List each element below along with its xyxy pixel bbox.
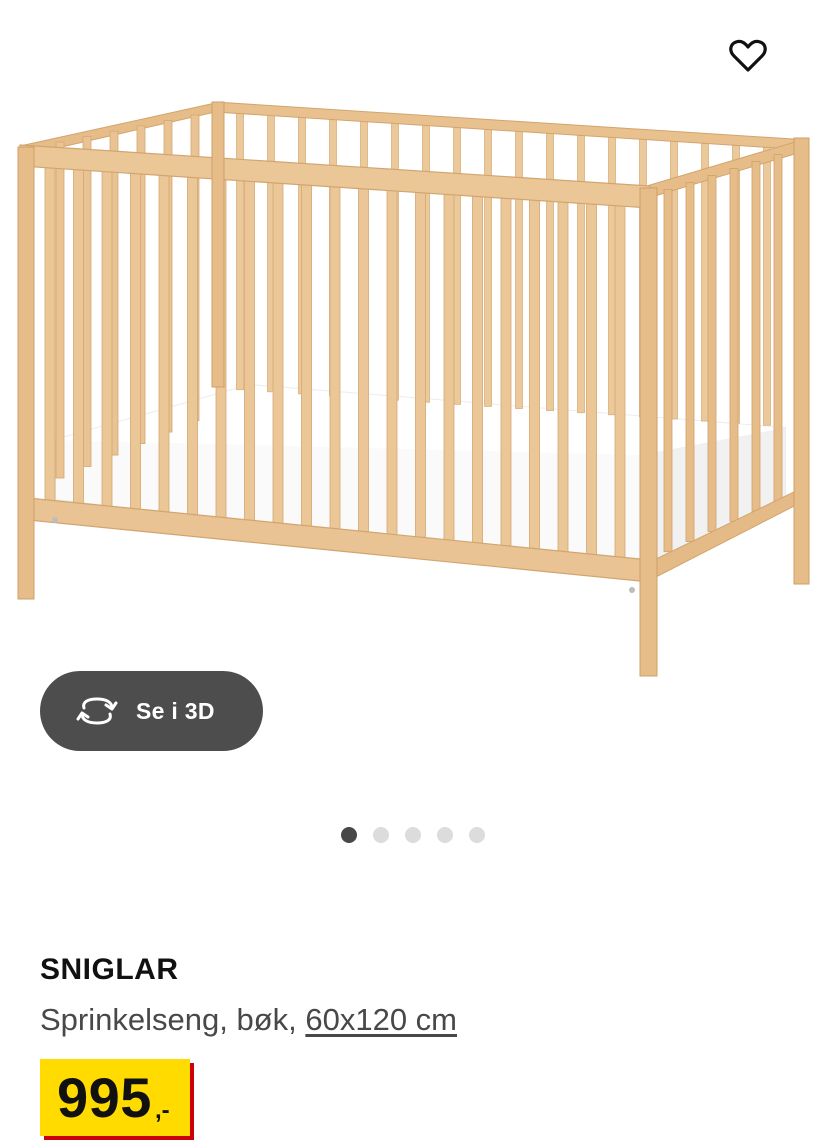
- crib-slat: [244, 174, 255, 525]
- crib-slat: [472, 188, 483, 546]
- view-in-3d-label: Se i 3D: [136, 697, 215, 724]
- crib-slat: [329, 179, 341, 533]
- crib-slat: [187, 170, 198, 519]
- carousel-dot[interactable]: [437, 827, 453, 843]
- carousel-dot[interactable]: [373, 827, 389, 843]
- crib-slat: [557, 194, 569, 555]
- crib-slat: [130, 166, 141, 514]
- back-left-post: [211, 101, 225, 388]
- crib-slat: [44, 161, 56, 506]
- crib-slat: [101, 165, 113, 511]
- product-size-link[interactable]: 60x120 cm: [305, 1002, 457, 1037]
- back-right-post: [793, 137, 810, 585]
- crib-slat: [773, 154, 783, 502]
- crib-slat: [608, 137, 616, 416]
- crib-slat: [73, 163, 84, 508]
- crib-slat: [301, 177, 312, 530]
- crib-slat: [453, 127, 461, 405]
- crib-slat: [685, 181, 695, 542]
- rotate-3d-icon: [76, 696, 118, 726]
- front-slats: [44, 161, 626, 560]
- crib-slat: [614, 197, 626, 560]
- heart-outline-icon: [729, 39, 767, 72]
- product-name: SNIGLAR: [40, 953, 179, 986]
- crib-slat: [236, 113, 244, 391]
- front-left-post: [17, 146, 35, 600]
- product-type: Sprinkelseng, bøk,: [40, 1002, 297, 1037]
- product-description: Sprinkelseng, bøk, 60x120 cm: [40, 1002, 457, 1038]
- crib-slat: [443, 186, 455, 544]
- favorite-button[interactable]: [722, 30, 774, 82]
- price-decimal: ,-: [155, 1097, 170, 1124]
- crib-slat: [586, 195, 597, 557]
- crib-slat: [729, 168, 739, 522]
- crib-slat: [529, 192, 540, 552]
- crib-screw: [629, 587, 635, 593]
- crib-illustration: [17, 101, 810, 677]
- crib-slat: [515, 131, 523, 409]
- crib-slat: [701, 142, 709, 422]
- crib-slat: [663, 188, 673, 553]
- price-integer: 995: [57, 1066, 152, 1129]
- crib-slat: [707, 175, 717, 532]
- crib-slat: [763, 146, 771, 426]
- crib-slat: [500, 190, 512, 549]
- crib-screw: [52, 517, 58, 523]
- crib-slat: [546, 133, 554, 411]
- crib-slat: [55, 141, 65, 479]
- crib-slat: [386, 183, 398, 538]
- crib-slat: [272, 175, 284, 527]
- crib-slat: [82, 136, 92, 467]
- product-image[interactable]: [0, 0, 828, 700]
- crib-slat: [577, 135, 585, 414]
- carousel-dot[interactable]: [469, 827, 485, 843]
- price-tag: 995 ,-: [40, 1059, 190, 1136]
- crib-slat: [484, 129, 492, 407]
- crib-slat: [751, 161, 761, 512]
- front-right-post: [639, 187, 658, 677]
- crib-slat: [158, 168, 170, 517]
- crib-slat: [415, 185, 426, 541]
- image-carousel-dots: [341, 826, 501, 844]
- view-in-3d-button[interactable]: Se i 3D: [40, 671, 263, 751]
- carousel-dot[interactable]: [405, 827, 421, 843]
- crib-slat: [358, 181, 369, 536]
- carousel-dot[interactable]: [341, 827, 357, 843]
